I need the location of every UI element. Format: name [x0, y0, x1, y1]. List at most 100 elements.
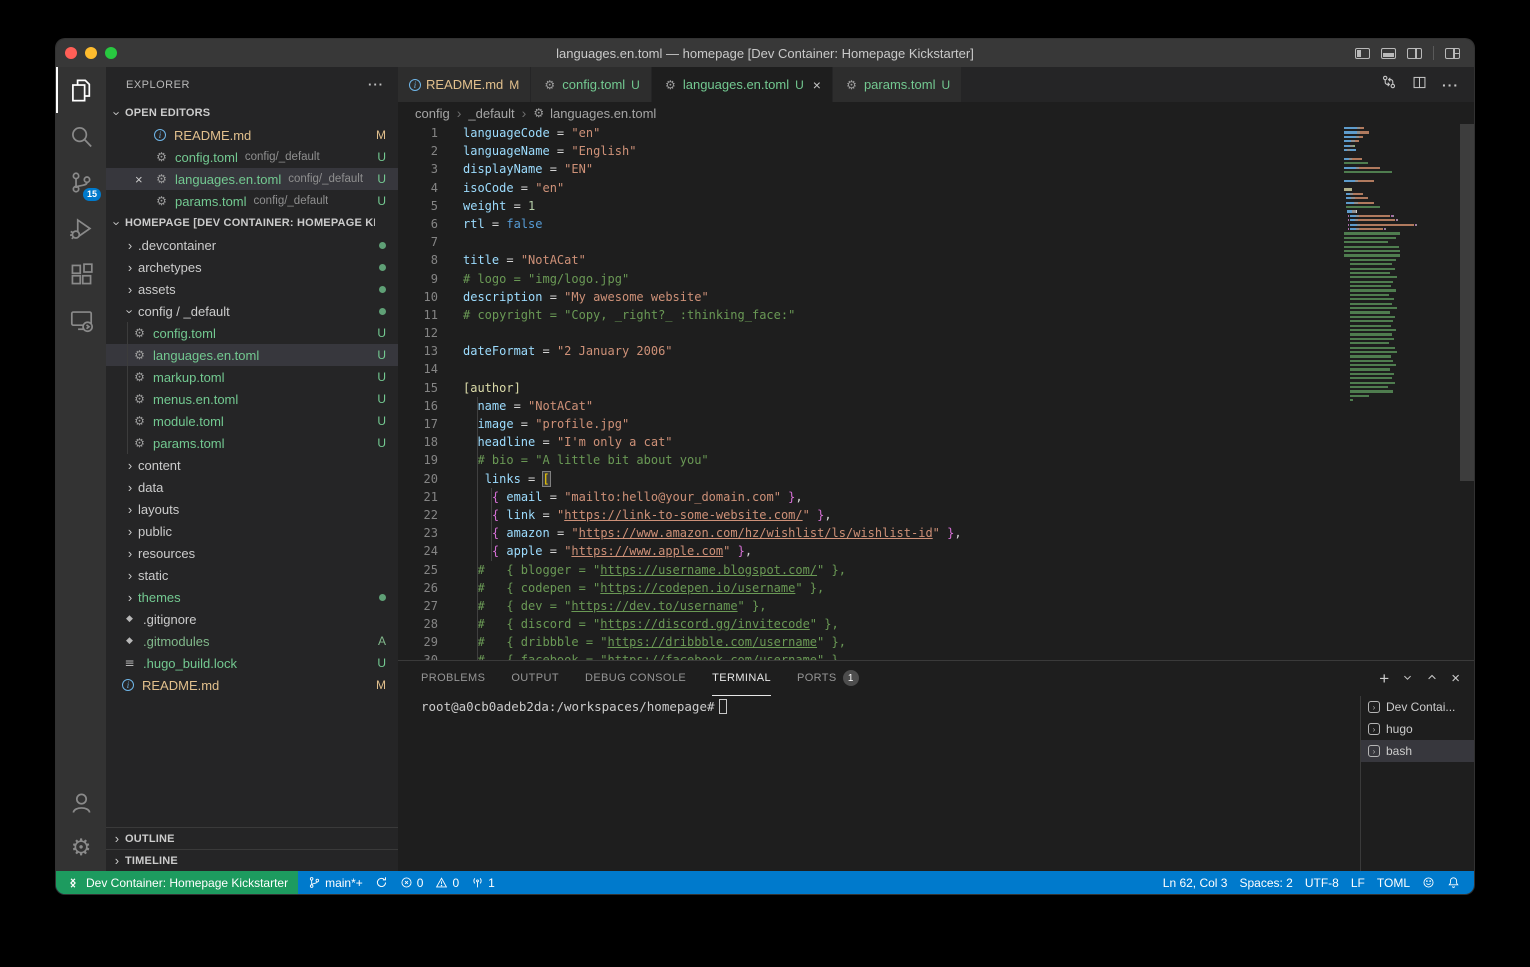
terminal-list-item-Dev Contai...[interactable]: ›Dev Contai...: [1361, 696, 1474, 718]
panel-tab-output[interactable]: OUTPUT: [511, 661, 559, 696]
activity-accounts-icon[interactable]: [56, 779, 106, 825]
activity-source-control-icon[interactable]: 15: [56, 159, 106, 205]
breadcrumb-item[interactable]: languages.en.toml: [550, 106, 656, 121]
open-editor-languages.en.toml[interactable]: ×⚙languages.en.tomlconfig/_defaultU: [106, 168, 398, 190]
tab-README.md[interactable]: iREADME.mdM: [398, 67, 531, 102]
tree-item-config / _default[interactable]: ›config / _default: [106, 300, 398, 322]
git-status-badge: M: [376, 128, 386, 142]
terminal[interactable]: root@a0cb0adeb2da:/workspaces/homepage#: [398, 699, 1359, 871]
minimap[interactable]: [1344, 126, 1459, 403]
status-bell[interactable]: [1441, 871, 1466, 894]
status-remote[interactable]: Dev Container: Homepage Kickstarter: [56, 871, 298, 894]
tree-item-assets[interactable]: ›assets: [106, 278, 398, 300]
code-line: 30 # { facebook = "https://facebook.com/…: [398, 651, 1474, 660]
activity-extensions-icon[interactable]: [56, 251, 106, 297]
editor-scrollbar[interactable]: [1460, 124, 1474, 481]
tree-item-config.toml[interactable]: ⚙config.tomlU: [106, 322, 398, 344]
open-editors-header[interactable]: › OPEN EDITORS: [106, 102, 398, 124]
tree-item-menus.en.toml[interactable]: ⚙menus.en.tomlU: [106, 388, 398, 410]
tree-item-params.toml[interactable]: ⚙params.tomlU: [106, 432, 398, 454]
open-changes-icon[interactable]: [1381, 74, 1397, 95]
git-status-badge: U: [377, 326, 386, 340]
tree-item-languages.en.toml[interactable]: ⚙languages.en.tomlU: [106, 344, 398, 366]
tree-item-module.toml[interactable]: ⚙module.tomlU: [106, 410, 398, 432]
status-error[interactable]: 0: [394, 871, 430, 894]
maximize-panel-icon[interactable]: [1426, 670, 1438, 688]
panel-tab-terminal[interactable]: TERMINAL: [712, 661, 771, 696]
sidebar-empty-space: [106, 696, 398, 827]
tree-item-data[interactable]: ›data: [106, 476, 398, 498]
minimize-window-button[interactable]: [85, 47, 97, 59]
terminal-list-item-hugo[interactable]: ›hugo: [1361, 718, 1474, 740]
status-utf-8[interactable]: UTF-8: [1299, 871, 1345, 894]
tree-item-static[interactable]: ›static: [106, 564, 398, 586]
open-editor-config.toml[interactable]: ⚙config.tomlconfig/_defaultU: [106, 146, 398, 168]
close-panel-icon[interactable]: ×: [1451, 671, 1460, 686]
zoom-window-button[interactable]: [105, 47, 117, 59]
tree-item-public[interactable]: ›public: [106, 520, 398, 542]
breadcrumb-item[interactable]: _default: [468, 106, 514, 121]
tab-config.toml[interactable]: ⚙config.tomlU: [531, 67, 652, 102]
panel-tab-label: PORTS: [797, 672, 837, 684]
panel-tab-problems[interactable]: PROBLEMS: [421, 661, 485, 696]
close-icon[interactable]: ×: [135, 172, 143, 187]
tab-params.toml[interactable]: ⚙params.tomlU: [833, 67, 962, 102]
timeline-header[interactable]: › TIMELINE: [106, 849, 398, 871]
code-line: 28 # { discord = "https://discord.gg/inv…: [398, 615, 1474, 633]
tree-item-.gitignore[interactable]: ◆.gitignore: [106, 608, 398, 630]
close-tab-icon[interactable]: ×: [813, 78, 821, 92]
breadcrumb-item[interactable]: config: [415, 106, 450, 121]
tree-item-themes[interactable]: ›themes: [106, 586, 398, 608]
tree-item-.gitmodules[interactable]: ◆.gitmodulesA: [106, 630, 398, 652]
activity-explorer-icon[interactable]: [56, 67, 106, 113]
close-window-button[interactable]: [65, 47, 77, 59]
file-name: languages.en.toml: [153, 348, 259, 363]
sidebar-more-actions-icon[interactable]: ···: [368, 77, 384, 92]
gear-icon: ⚙: [132, 392, 147, 406]
toggle-panel-icon[interactable]: [1381, 48, 1396, 59]
activity-run-debug-icon[interactable]: [56, 205, 106, 251]
modified-dot-icon: [379, 264, 386, 271]
chevron-right-icon: ›: [122, 568, 138, 583]
status-lf[interactable]: LF: [1345, 871, 1371, 894]
breadcrumbs[interactable]: config›_default›⚙languages.en.toml: [398, 102, 1474, 124]
activity-settings-icon[interactable]: ⚙: [56, 825, 106, 871]
toggle-secondary-sidebar-icon[interactable]: [1407, 48, 1422, 59]
status-feedback[interactable]: [1416, 871, 1441, 894]
status-toml[interactable]: TOML: [1371, 871, 1416, 894]
tree-item-.devcontainer[interactable]: ›.devcontainer: [106, 234, 398, 256]
tab-label: config.toml: [562, 77, 625, 92]
editor-more-actions-icon[interactable]: ···: [1442, 77, 1459, 93]
status-warning[interactable]: 0: [429, 871, 465, 894]
toggle-sidebar-icon[interactable]: [1355, 48, 1370, 59]
tree-item-markup.toml[interactable]: ⚙markup.tomlU: [106, 366, 398, 388]
status-branch[interactable]: main*+: [302, 871, 369, 894]
activity-search-icon[interactable]: [56, 113, 106, 159]
tree-item-.hugo_build.lock[interactable]: ≡.hugo_build.lockU: [106, 652, 398, 674]
customize-layout-icon[interactable]: [1445, 48, 1460, 59]
code-editor[interactable]: 1languageCode = "en"2languageName = "Eng…: [398, 124, 1474, 660]
project-root-header[interactable]: › HOMEPAGE [DEV CONTAINER: HOMEPAGE KIC.…: [106, 212, 398, 234]
line-number: 14: [398, 360, 438, 378]
panel-tab-ports[interactable]: PORTS1: [797, 661, 859, 696]
status-broadcast[interactable]: 1: [465, 871, 501, 894]
split-editor-icon[interactable]: [1412, 75, 1427, 95]
panel-tab-debug-console[interactable]: DEBUG CONSOLE: [585, 661, 686, 696]
outline-header[interactable]: › OUTLINE: [106, 827, 398, 849]
open-editor-README.md[interactable]: iREADME.mdM: [106, 124, 398, 146]
status-spaces-2[interactable]: Spaces: 2: [1233, 871, 1298, 894]
file-name: .gitignore: [143, 612, 196, 627]
activity-remote-explorer-icon[interactable]: [56, 297, 106, 343]
status-ln-62-col-3[interactable]: Ln 62, Col 3: [1157, 871, 1234, 894]
tree-item-README.md[interactable]: iREADME.mdM: [106, 674, 398, 696]
terminal-list-item-bash[interactable]: ›bash: [1361, 740, 1474, 762]
tab-languages.en.toml[interactable]: ⚙languages.en.tomlU×: [652, 67, 833, 102]
tree-item-resources[interactable]: ›resources: [106, 542, 398, 564]
tree-item-layouts[interactable]: ›layouts: [106, 498, 398, 520]
status-sync[interactable]: [369, 871, 394, 894]
open-editor-params.toml[interactable]: ⚙params.tomlconfig/_defaultU: [106, 190, 398, 212]
terminal-dropdown-icon[interactable]: [1402, 670, 1413, 688]
new-terminal-icon[interactable]: +: [1379, 670, 1389, 687]
tree-item-archetypes[interactable]: ›archetypes: [106, 256, 398, 278]
tree-item-content[interactable]: ›content: [106, 454, 398, 476]
